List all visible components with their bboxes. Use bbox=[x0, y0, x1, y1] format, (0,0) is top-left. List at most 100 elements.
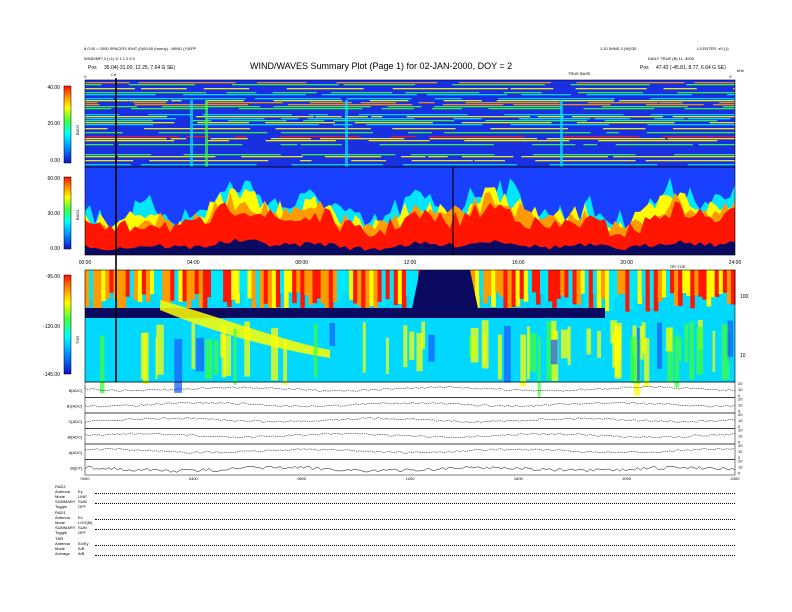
rad2-band bbox=[118, 144, 243, 146]
rad1-x-tick-label: 12:00 bbox=[404, 260, 417, 266]
rad2-band bbox=[443, 100, 482, 102]
tnr-streak bbox=[140, 333, 147, 380]
tnr-streak bbox=[597, 331, 601, 358]
tnr-top-strip bbox=[316, 270, 322, 299]
tnr-top-strip bbox=[117, 270, 123, 308]
tnr-streak bbox=[614, 322, 622, 379]
rad2-band bbox=[598, 140, 718, 142]
rad2-band bbox=[687, 100, 735, 102]
tnr-top-strip bbox=[487, 270, 492, 297]
legend-dotted-line-6 bbox=[95, 555, 735, 556]
rad2-band bbox=[442, 104, 504, 106]
rad2-band bbox=[85, 138, 167, 140]
rad2-band bbox=[183, 94, 306, 96]
legend-dotted-line-4 bbox=[95, 529, 735, 530]
rad2-band bbox=[287, 104, 413, 106]
rad2-cb-tick-1: 20.00 bbox=[47, 121, 60, 127]
rad2-band bbox=[265, 122, 335, 124]
stack-x-tick-label: 2400 bbox=[731, 476, 741, 481]
tnr-streak bbox=[665, 327, 673, 352]
tnr-top-strip bbox=[154, 270, 159, 295]
tnr-top-strip bbox=[600, 270, 606, 299]
rad2-band bbox=[615, 144, 693, 146]
rad2-band bbox=[594, 118, 631, 120]
tnr-top-strip bbox=[105, 270, 110, 299]
rad2-band bbox=[684, 108, 735, 110]
tnr-top-strip bbox=[544, 270, 549, 302]
tnr-ylabel: TNR bbox=[75, 336, 80, 344]
rad2-band bbox=[604, 120, 718, 122]
rad2-band bbox=[162, 106, 261, 108]
rad2-band bbox=[85, 144, 114, 146]
tnr-top-strip bbox=[670, 270, 675, 294]
tnr-top-strip bbox=[332, 270, 338, 302]
rad2-band bbox=[532, 144, 576, 146]
stack-panel-frame bbox=[84, 459, 736, 476]
rad2-cb-tick-0: 40.00 bbox=[47, 85, 60, 91]
rad2-band bbox=[645, 104, 704, 106]
rad2-band bbox=[256, 82, 307, 84]
rad2-band bbox=[371, 116, 383, 118]
rad2-band bbox=[392, 128, 456, 130]
stack-x-tick-label: 1600 bbox=[514, 476, 524, 481]
rad2-band bbox=[663, 88, 697, 90]
tnr-top-strip bbox=[523, 270, 529, 302]
rad2-band bbox=[366, 124, 483, 126]
rad2-band bbox=[613, 156, 630, 158]
stack-panel-frame bbox=[84, 397, 736, 414]
rad2-band bbox=[433, 106, 563, 108]
tnr-top-strip bbox=[361, 270, 366, 310]
stack-panel-trace bbox=[84, 448, 736, 454]
tnr-top-strip bbox=[381, 270, 387, 307]
tnr-streak bbox=[657, 322, 662, 369]
tnr-streak bbox=[567, 326, 571, 366]
tnr-top-strip bbox=[170, 270, 175, 301]
tnr-streak bbox=[403, 325, 408, 368]
tnr-top-strip bbox=[150, 270, 155, 295]
legend-tnr-row-2-key: Average bbox=[55, 551, 70, 556]
rad2-band bbox=[203, 88, 250, 90]
rad2-band bbox=[564, 132, 591, 134]
rad2-band bbox=[343, 84, 416, 86]
rad2-band bbox=[280, 144, 298, 146]
rad2-band bbox=[629, 156, 735, 158]
stack-panel-right-tick: 20 bbox=[738, 443, 743, 448]
rad2-band bbox=[537, 116, 564, 118]
tnr-top-strip bbox=[560, 270, 565, 296]
tnr-top-strip bbox=[109, 270, 114, 293]
tnr-top-strip bbox=[194, 270, 200, 295]
stack-panel-right-tick: 10 bbox=[738, 418, 743, 423]
rad2-band bbox=[588, 102, 658, 104]
rad2-band bbox=[563, 136, 639, 138]
rad2-band bbox=[435, 98, 462, 100]
tnr-streak bbox=[313, 323, 318, 378]
rad2-band bbox=[354, 122, 433, 124]
rad2-band bbox=[85, 102, 98, 104]
rad2-band bbox=[191, 124, 319, 126]
tnr-top-strip bbox=[584, 270, 590, 308]
rad2-band bbox=[390, 136, 416, 138]
tnr-top-strip bbox=[178, 270, 183, 302]
tnr-top-strip bbox=[227, 270, 232, 307]
tnr-top-strip bbox=[722, 270, 728, 293]
tnr-top-strip bbox=[617, 270, 622, 295]
rad2-band bbox=[667, 138, 735, 140]
tnr-top-strip bbox=[141, 270, 147, 295]
rad2-band bbox=[226, 92, 257, 94]
tnr-top-strip bbox=[564, 270, 569, 298]
rad2-band bbox=[144, 128, 251, 130]
tnr-top-strip bbox=[324, 270, 330, 309]
rad2-band bbox=[546, 138, 666, 140]
tnr-streak bbox=[99, 335, 105, 394]
rad2-band bbox=[116, 98, 247, 100]
tnr-top-strip bbox=[674, 270, 679, 306]
rad2-band bbox=[324, 156, 382, 158]
rad2-band bbox=[650, 98, 735, 100]
rad1-x-tick-label: 16:00 bbox=[512, 260, 525, 266]
tnr-top-strip bbox=[625, 270, 630, 312]
tnr-top-strip bbox=[621, 270, 626, 294]
rad2-band bbox=[687, 118, 731, 120]
stack-panel-right-tick: 0 bbox=[738, 471, 741, 476]
rad2-band bbox=[444, 132, 565, 134]
tnr-top-strip bbox=[393, 270, 399, 305]
